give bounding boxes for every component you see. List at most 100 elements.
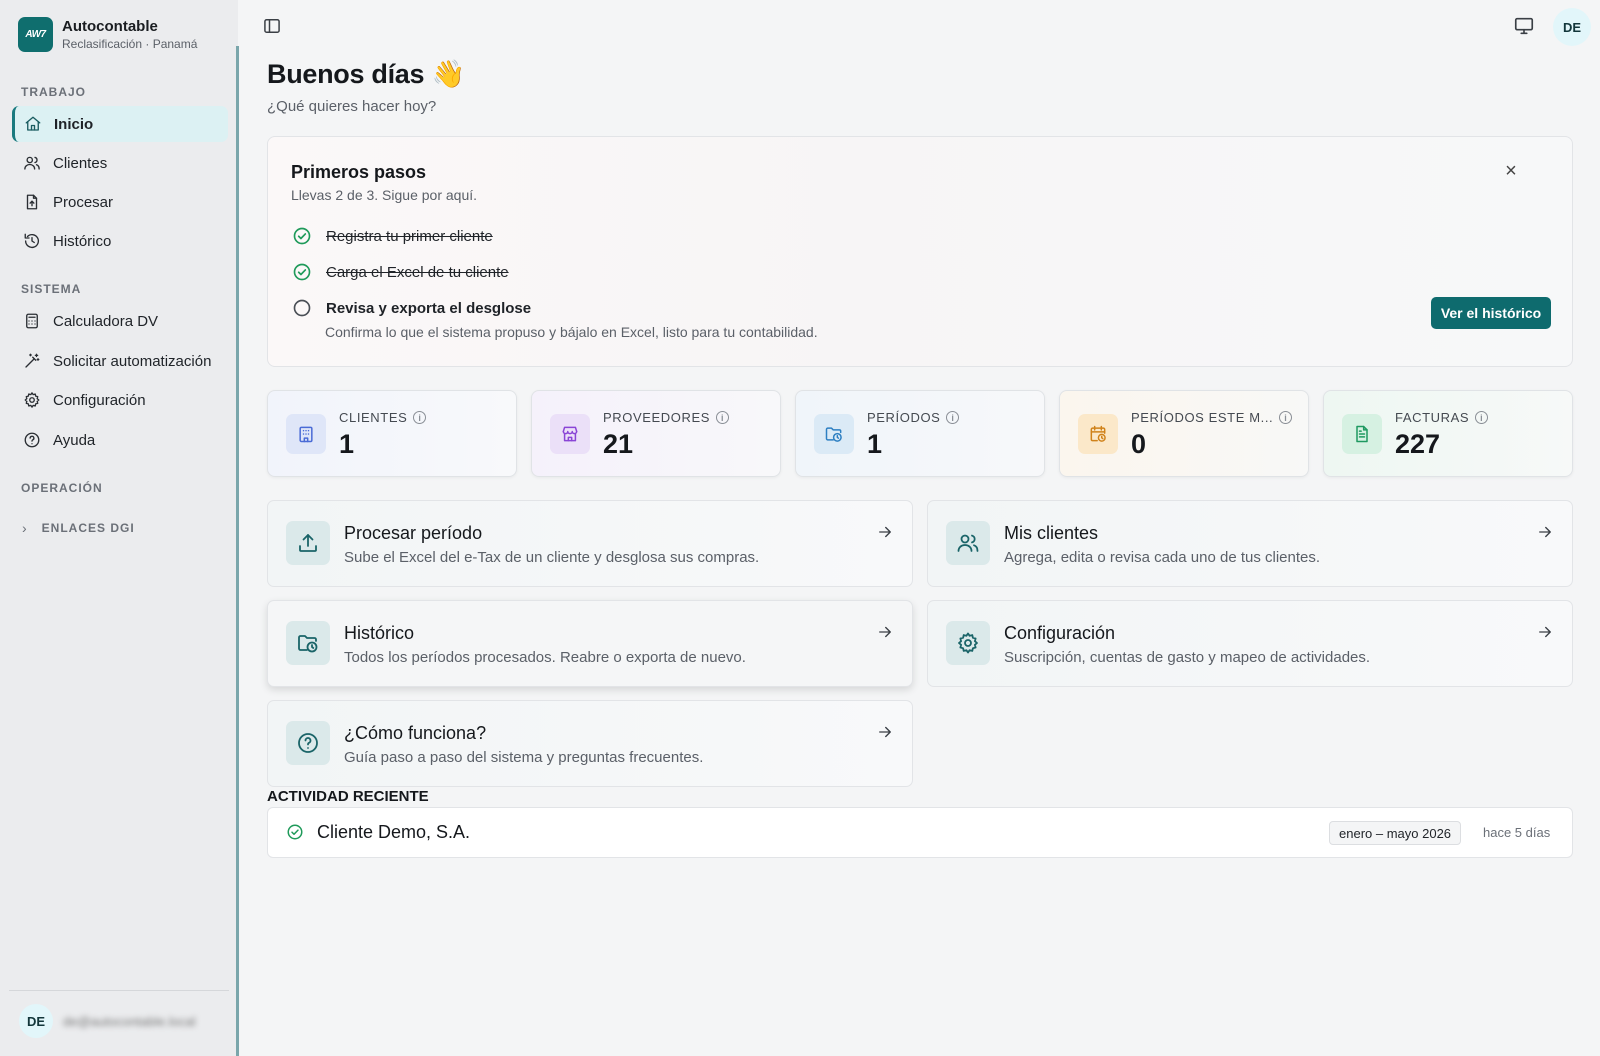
stat-label: FACTURAS [1395,410,1470,425]
action-description: Guía paso a paso del sistema y preguntas… [344,749,704,766]
activity-client-name: Cliente Demo, S.A. [317,822,471,842]
stat-value: 1 [339,429,355,459]
activity-row[interactable]: Cliente Demo, S.A. enero – mayo 2026 hac… [267,807,1573,858]
onboarding-card: Primeros pasos Llevas 2 de 3. Sigue por … [267,136,1573,367]
sidebar-item-ayuda[interactable]: Ayuda [12,422,228,458]
sidebar-item-clientes[interactable]: Clientes [12,145,228,181]
sidebar: AW7 Autocontable Reclasificación · Panam… [0,0,238,1056]
monitor-icon[interactable] [1513,15,1535,37]
info-icon[interactable]: i [413,411,427,424]
users-icon [24,156,40,170]
close-icon[interactable]: × [1499,159,1523,183]
period-badge: enero – mayo 2026 [1329,821,1462,845]
action-card-procesar[interactable]: Procesar período Sube el Excel del e-Tax… [267,500,913,587]
avatar[interactable]: DE [1553,8,1591,46]
sidebar-item-label: Inicio [54,115,94,133]
step-description: Confirma lo que el sistema propuso y báj… [325,324,818,340]
document-icon [1342,414,1382,454]
sidebar-item-label: Calculadora DV [53,312,159,330]
stat-card-facturas[interactable]: FACTURAS i 227 [1323,390,1573,477]
step-item: Registra tu primer cliente [292,226,493,246]
check-circle-icon [293,263,311,281]
stat-card-proveedores[interactable]: PROVEEDORES i 21 [531,390,781,477]
circle-icon [293,299,311,317]
sidebar-item-label: Procesar [53,193,114,211]
avatar: DE [19,1004,53,1038]
store-icon [550,414,590,454]
brand-logo: AW7 [18,17,53,52]
action-description: Sube el Excel del e-Tax de un cliente y … [344,549,760,566]
section-sistema: SISTEMA [21,282,82,296]
folder-clock-icon [814,414,854,454]
brand[interactable]: AW7 Autocontable Reclasificación · Panam… [18,17,197,52]
enlaces-dgi-label: ENLACES DGI [41,521,135,535]
calculator-icon [26,313,38,329]
sidebar-item-procesar[interactable]: Procesar [12,184,228,220]
stat-label: PERÍODOS ESTE M... [1131,410,1274,425]
step-item: Carga el Excel de tu cliente [292,262,509,282]
user-email: de@autocontable.local [63,1013,196,1029]
activity-time: hace 5 días [1483,825,1551,840]
user-menu[interactable]: DE de@autocontable.local [19,1004,195,1038]
history-icon [24,233,40,249]
action-card-configuracion[interactable]: Configuración Suscripción, cuentas de ga… [927,600,1573,687]
stat-card-clientes[interactable]: CLIENTES i 1 [267,390,517,477]
stat-label: CLIENTES [339,410,408,425]
sidebar-item-inicio[interactable]: Inicio [12,106,228,142]
arrow-right-icon [876,623,894,641]
action-title: Configuración [1004,623,1116,643]
sidebar-toggle-icon[interactable] [262,16,282,36]
building-icon [286,414,326,454]
arrow-right-icon [876,723,894,741]
sidebar-resize-handle[interactable] [236,46,239,1056]
sidebar-item-solicitar[interactable]: Solicitar automatización [12,343,228,379]
chevron-right-icon: › [22,520,28,536]
info-icon[interactable]: i [1279,411,1293,424]
stat-value: 227 [1395,429,1441,459]
recent-activity-heading: ACTIVIDAD RECIENTE [267,788,429,805]
action-card-clientes[interactable]: Mis clientes Agrega, edita o revisa cada… [927,500,1573,587]
stat-card-periodos-mes[interactable]: PERÍODOS ESTE M... i 0 [1059,390,1309,477]
sidebar-item-label: Clientes [53,154,108,172]
divider [9,990,229,991]
sidebar-item-label: Configuración [53,391,146,409]
file-upload-icon [26,194,38,210]
action-title: ¿Cómo funciona? [344,723,487,743]
info-icon[interactable]: i [946,411,960,424]
upload-icon [286,521,330,565]
action-card-historico[interactable]: Histórico Todos los períodos procesados.… [267,600,913,687]
stat-value: 0 [1131,429,1147,459]
stat-label: PERÍODOS [867,410,941,425]
users-icon [946,521,990,565]
arrow-right-icon [876,523,894,541]
arrow-right-icon [1536,523,1554,541]
action-title: Mis clientes [1004,523,1099,543]
action-card-como-funciona[interactable]: ¿Cómo funciona? Guía paso a paso del sis… [267,700,913,787]
help-icon [24,432,40,448]
check-circle-icon [293,227,311,245]
action-description: Todos los períodos procesados. Reabre o … [344,649,746,666]
view-history-button[interactable]: Ver el histórico [1431,297,1551,329]
onboarding-progress: Llevas 2 de 3. Sigue por aquí. [291,187,478,203]
check-circle-icon [287,824,303,840]
info-icon[interactable]: i [716,411,730,424]
action-description: Suscripción, cuentas de gasto y mapeo de… [1004,649,1371,666]
info-icon[interactable]: i [1475,411,1489,424]
sidebar-item-configuracion[interactable]: Configuración [12,382,228,418]
enlaces-dgi-toggle[interactable]: › ENLACES DGI [22,520,135,536]
help-icon [286,721,330,765]
stat-card-periodos[interactable]: PERÍODOS i 1 [795,390,1045,477]
page-title: Buenos días 👋 [267,59,465,89]
stat-label: PROVEEDORES [603,410,711,425]
arrow-right-icon [1536,623,1554,641]
wand-icon [25,353,40,368]
sidebar-item-calculadora[interactable]: Calculadora DV [12,303,228,339]
gear-icon [946,621,990,665]
step-label: Revisa y exporta el desglose [326,299,532,317]
action-title: Procesar período [344,523,483,543]
sidebar-item-historico[interactable]: Histórico [12,223,228,259]
step-label: Carga el Excel de tu cliente [326,263,509,281]
sidebar-item-label: Histórico [53,232,112,250]
gear-icon [24,392,40,408]
onboarding-title: Primeros pasos [291,162,427,182]
